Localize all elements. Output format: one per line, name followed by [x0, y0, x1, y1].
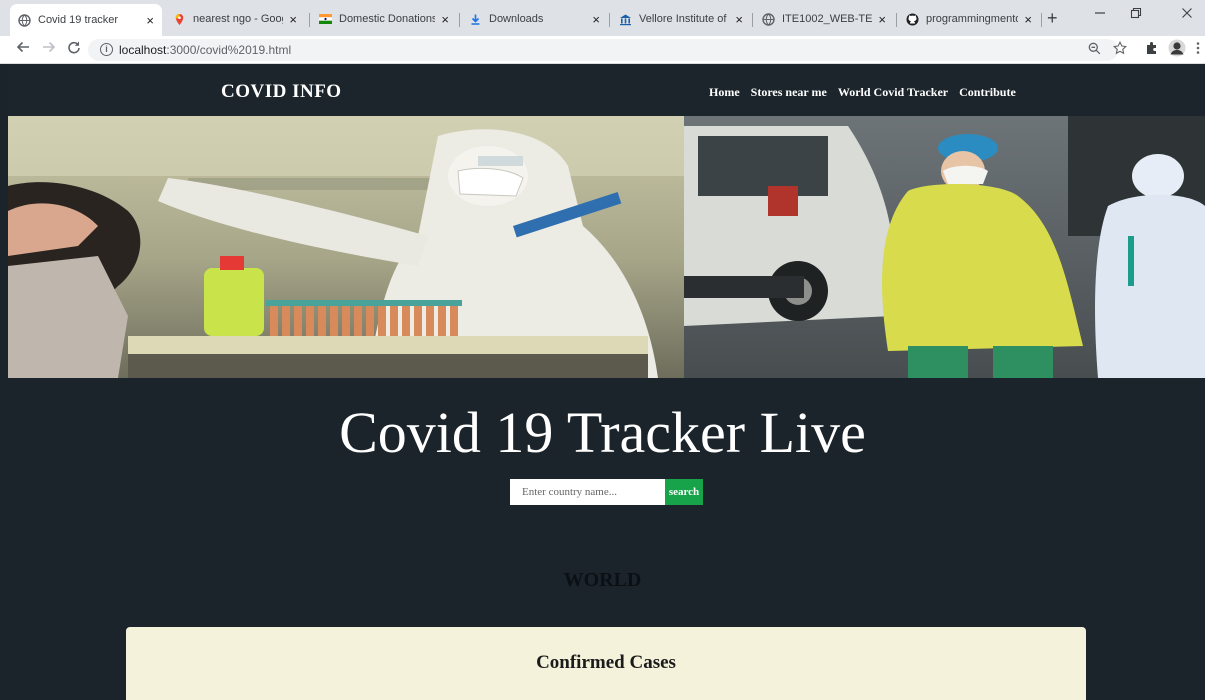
- close-icon[interactable]: ×: [878, 12, 886, 27]
- github-icon: [906, 13, 919, 26]
- bookmark-star-icon[interactable]: [1112, 40, 1128, 58]
- ppe-workers-photo: [684, 116, 1205, 378]
- tab-title: Covid 19 tracker: [38, 14, 119, 26]
- hero-banner: [8, 116, 1205, 378]
- url-path: :3000/covid%2019.html: [166, 43, 292, 57]
- tab-covid-tracker[interactable]: Covid 19 tracker ×: [10, 4, 162, 36]
- extensions-puzzle-icon[interactable]: [1145, 41, 1159, 58]
- site-nav: Home Stores near me World Covid Tracker …: [709, 85, 1016, 100]
- download-icon: [469, 13, 482, 26]
- close-icon[interactable]: ×: [146, 13, 154, 28]
- tab-strip: Covid 19 tracker × nearest ngo - Google …: [0, 0, 1205, 36]
- window-close-icon[interactable]: [1181, 6, 1193, 23]
- swab-test-photo: [8, 116, 684, 378]
- tab-ite1002[interactable]: ITE1002_WEB-TECHNO ×: [754, 6, 894, 32]
- globe-icon: [18, 13, 31, 27]
- country-search: search: [510, 479, 703, 505]
- maps-pin-icon: [173, 13, 186, 26]
- tab-title: Domestic Donations | I: [339, 13, 436, 25]
- search-button[interactable]: search: [665, 479, 703, 505]
- close-icon[interactable]: ×: [592, 12, 600, 27]
- zoom-icon[interactable]: [1088, 42, 1101, 58]
- close-icon[interactable]: ×: [441, 12, 449, 27]
- globe-icon: [762, 12, 775, 26]
- tab-title: ITE1002_WEB-TECHNO: [782, 13, 873, 25]
- nav-contribute-link[interactable]: Contribute: [959, 85, 1016, 100]
- nav-home-link[interactable]: Home: [709, 85, 740, 100]
- new-tab-button[interactable]: +: [1047, 8, 1058, 29]
- menu-kebab-icon[interactable]: [1196, 41, 1200, 58]
- back-arrow-icon[interactable]: [16, 40, 30, 59]
- browser-toolbar: i localhost:3000/covid%2019.html: [0, 36, 1205, 64]
- site-navbar: COVID INFO Home Stores near me World Cov…: [8, 64, 1205, 116]
- tab-separator: [309, 13, 310, 27]
- close-icon[interactable]: ×: [289, 12, 297, 27]
- world-heading: WORLD: [563, 569, 642, 591]
- institute-icon: [619, 13, 632, 26]
- forward-arrow-icon[interactable]: [42, 40, 56, 59]
- hero-photo-collage: [8, 116, 1205, 378]
- tab-vellore-institute[interactable]: Vellore Institute of Tec ×: [611, 6, 751, 32]
- profile-avatar[interactable]: [1168, 39, 1186, 60]
- tab-github[interactable]: programmingmentor/f ×: [898, 6, 1040, 32]
- tab-separator: [896, 13, 897, 27]
- tab-domestic-donations[interactable]: Domestic Donations | I ×: [311, 6, 457, 32]
- restore-icon[interactable]: [1130, 6, 1142, 23]
- tab-title: nearest ngo - Google M: [193, 13, 283, 25]
- card-title: Confirmed Cases: [536, 652, 676, 673]
- tab-title: Downloads: [489, 13, 544, 25]
- confirmed-cases-card: Confirmed Cases: [126, 627, 1086, 700]
- tab-title: programmingmentor/f: [926, 13, 1019, 25]
- minimize-icon[interactable]: [1094, 6, 1106, 23]
- url-host: localhost: [119, 43, 167, 57]
- nav-stores-link[interactable]: Stores near me: [751, 85, 827, 100]
- site-info-icon[interactable]: i: [100, 43, 113, 56]
- close-icon[interactable]: ×: [1024, 12, 1032, 27]
- page-title: Covid 19 Tracker Live: [339, 400, 866, 465]
- reload-icon[interactable]: [67, 40, 81, 59]
- tab-downloads[interactable]: Downloads ×: [461, 6, 608, 32]
- site-brand[interactable]: COVID INFO: [221, 81, 342, 103]
- close-icon[interactable]: ×: [735, 12, 743, 27]
- browser-window: Covid 19 tracker × nearest ngo - Google …: [0, 0, 1205, 700]
- tab-separator: [1041, 13, 1042, 27]
- address-bar[interactable]: i localhost:3000/covid%2019.html: [88, 39, 1118, 61]
- nav-world-tracker-link[interactable]: World Covid Tracker: [838, 85, 948, 100]
- url-text: localhost:3000/covid%2019.html: [119, 43, 291, 57]
- tab-separator: [609, 13, 610, 27]
- tab-separator: [459, 13, 460, 27]
- country-search-input[interactable]: [510, 479, 665, 505]
- tab-google-maps[interactable]: nearest ngo - Google M ×: [165, 6, 305, 32]
- page-viewport: COVID INFO Home Stores near me World Cov…: [0, 64, 1205, 700]
- india-flag-icon: [319, 13, 332, 26]
- tab-separator: [752, 13, 753, 27]
- tab-title: Vellore Institute of Tec: [639, 13, 729, 25]
